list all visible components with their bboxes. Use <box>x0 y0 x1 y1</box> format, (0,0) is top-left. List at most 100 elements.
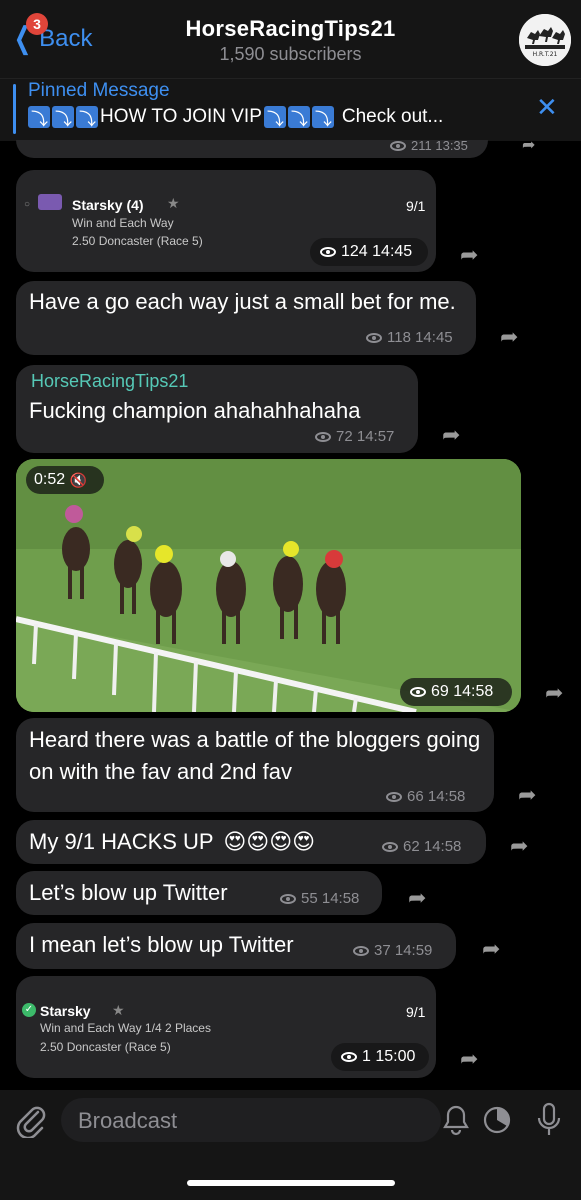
close-icon[interactable]: ✕ <box>536 92 558 123</box>
message-meta: 211 13:35 <box>390 138 468 153</box>
eye-icon <box>382 841 398 852</box>
message-time: 14:59 <box>394 942 433 959</box>
message-time: 14:58 <box>427 788 466 805</box>
eye-icon <box>315 431 331 442</box>
message-meta: 69 14:58 <box>400 678 512 706</box>
pinned-text-main: HOW TO JOIN VIP <box>100 106 262 127</box>
share-icon[interactable]: ➦ <box>482 936 508 961</box>
message-meta: 72 14:57 <box>315 428 394 445</box>
message-meta: 124 14:45 <box>310 238 428 266</box>
arrow-down-icon <box>287 105 310 130</box>
eye-icon <box>386 791 402 802</box>
message-meta: 118 14:45 <box>366 329 453 346</box>
home-indicator[interactable] <box>187 1180 395 1186</box>
channel-avatar[interactable]: H.R.T.21 <box>519 14 571 66</box>
message-text: I mean let’s blow up Twitter <box>29 932 294 957</box>
arrow-down-icon <box>263 105 286 130</box>
muted-icon[interactable]: 🔇 <box>70 472 87 489</box>
race-info: 2.50 Doncaster (Race 5) <box>72 234 203 248</box>
message-text: Have a go each way just a small bet for … <box>29 289 456 314</box>
message-text: Let’s blow up Twitter <box>29 880 228 905</box>
arrow-down-icon <box>52 105 74 130</box>
view-count: 55 <box>301 890 318 907</box>
arrow-down-icon <box>28 105 50 130</box>
message-time: 14:58 <box>453 683 494 700</box>
race-video-frame <box>16 459 521 712</box>
message-meta: 55 14:58 <box>280 890 359 907</box>
message-time: 14:45 <box>415 329 453 346</box>
timer-icon[interactable] <box>482 1105 512 1140</box>
message-time: 14:58 <box>423 838 462 855</box>
checkmark-icon: ✓ <box>22 1003 36 1017</box>
eye-icon <box>341 1052 357 1062</box>
message-meta: 1 15:00 <box>331 1043 429 1071</box>
avatar-caption: H.R.T.21 <box>532 51 558 58</box>
view-count: 124 <box>341 243 368 260</box>
arrow-down-icon <box>311 105 334 130</box>
view-count: 118 <box>387 329 411 346</box>
jockey-silks-icon <box>38 194 62 210</box>
view-count: 69 <box>431 683 449 700</box>
radio-icon: ○ <box>24 199 31 210</box>
share-icon[interactable]: ➦ <box>460 1046 486 1071</box>
heart-eyes-emoji: 😍😍😍😍 <box>223 830 316 855</box>
duration-label: 0:52 <box>34 471 66 488</box>
pinned-indicator <box>13 84 16 134</box>
star-icon[interactable]: ★ <box>167 195 180 212</box>
bet-type: Win and Each Way <box>72 216 174 230</box>
message-text: Fucking champion ahahahhahaha <box>29 398 361 423</box>
message-meta: 66 14:58 <box>386 788 465 805</box>
attachment-icon[interactable] <box>14 1102 46 1143</box>
race-info: 2.50 Doncaster (Race 5) <box>40 1040 171 1054</box>
message-time: 14:57 <box>356 428 395 445</box>
pinned-text: HOW TO JOIN VIP Check out... <box>28 105 444 130</box>
view-count: 37 <box>374 942 391 959</box>
view-count: 62 <box>403 838 420 855</box>
sender-name[interactable]: HorseRacingTips21 <box>31 371 188 392</box>
arrow-down-icon <box>76 105 98 130</box>
runner-name: Starsky <box>40 1003 91 1019</box>
eye-icon <box>353 945 369 956</box>
star-icon[interactable]: ★ <box>112 1002 125 1019</box>
share-icon[interactable]: ➦ <box>442 422 468 447</box>
runner-odds: 9/1 <box>406 1004 426 1020</box>
share-icon[interactable]: ➦ <box>510 833 536 858</box>
pinned-text-more: Check out... <box>341 106 444 127</box>
subscriber-count: 1,590 subscribers <box>219 44 362 64</box>
view-count: 66 <box>407 788 424 805</box>
eye-icon <box>410 687 426 697</box>
video-duration: 0:52 🔇 <box>26 466 104 494</box>
message-text-main: My 9/1 HACKS UP <box>29 829 214 854</box>
share-icon[interactable]: ➦ <box>408 885 434 910</box>
microphone-icon[interactable] <box>536 1102 562 1143</box>
runner-name: Starsky (4) <box>72 197 144 213</box>
bet-type: Win and Each Way 1/4 2 Places <box>40 1021 211 1035</box>
bell-icon[interactable] <box>442 1104 470 1141</box>
message-meta: 37 14:59 <box>353 942 432 959</box>
view-count: 72 <box>336 428 353 445</box>
eye-icon <box>280 893 296 904</box>
message-time: 14:58 <box>321 890 360 907</box>
share-icon[interactable]: ➦ <box>460 242 486 267</box>
video-message[interactable] <box>16 459 521 712</box>
share-icon[interactable]: ➦ <box>545 680 571 705</box>
share-icon[interactable]: ➦ <box>500 324 526 349</box>
share-icon[interactable]: ➦ <box>518 782 544 807</box>
broadcast-placeholder: Broadcast <box>78 1108 178 1133</box>
view-count: 1 <box>362 1048 371 1065</box>
message-text: My 9/1 HACKS UP 😍😍😍😍 <box>29 826 315 859</box>
message-time: 15:00 <box>375 1048 416 1065</box>
message-meta: 62 14:58 <box>382 838 461 855</box>
eye-icon <box>320 247 336 257</box>
eye-icon <box>390 140 406 151</box>
view-count: 211 <box>411 138 432 153</box>
share-icon[interactable]: ➦ <box>522 135 548 157</box>
logo-horses-icon <box>519 14 571 66</box>
message-time: 14:45 <box>372 243 413 260</box>
runner-odds: 9/1 <box>406 198 426 214</box>
message-text: Heard there was a battle of the bloggers… <box>29 727 481 784</box>
eye-icon <box>366 332 382 343</box>
message-time: 13:35 <box>435 138 468 153</box>
channel-title[interactable]: HorseRacingTips21 <box>0 16 581 42</box>
pinned-label: Pinned Message <box>28 80 170 101</box>
